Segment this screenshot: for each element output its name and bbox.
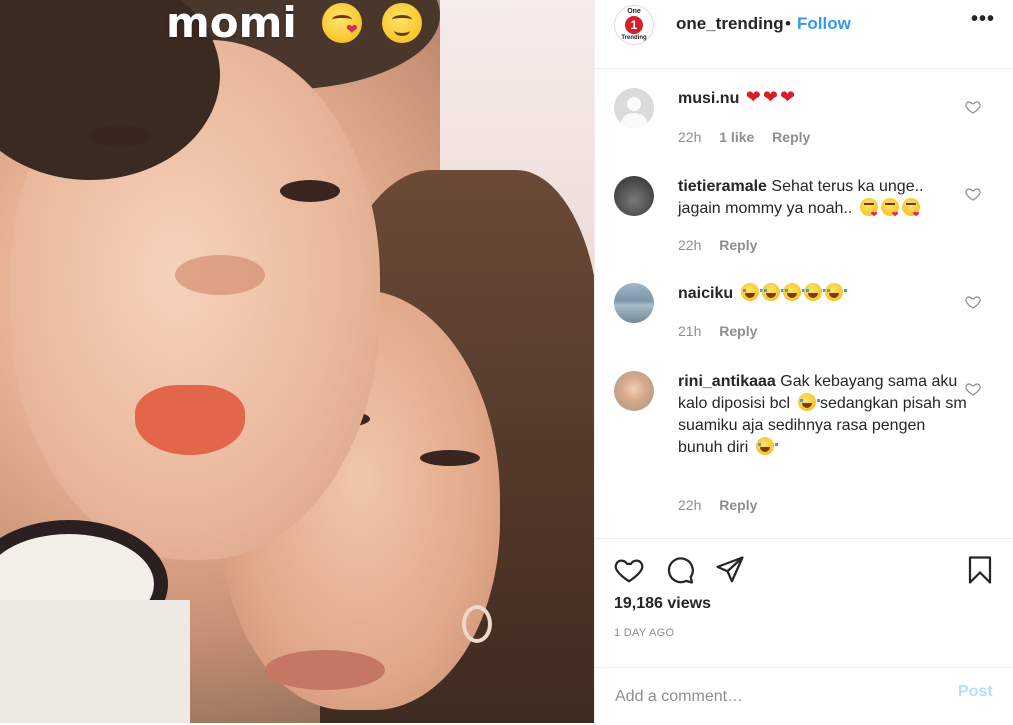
- crying-face-emoji-icon: [797, 393, 820, 411]
- comment-likes[interactable]: 1 like: [719, 129, 754, 145]
- crying-face-emoji-icon: [803, 283, 826, 301]
- post-header: One 1 Trending one_trending • Follow •••: [595, 0, 1013, 69]
- comment-item: tietieramale Sehat terus ka unge.. jagai…: [595, 169, 1013, 279]
- like-comment-heart-icon[interactable]: [965, 294, 981, 310]
- comment-item: naiciku 21h Reply: [595, 279, 1013, 369]
- red-heart-emoji-icon: ❤: [745, 87, 761, 107]
- separator-dot: •: [785, 14, 791, 33]
- post-comment-button[interactable]: Post: [958, 683, 993, 701]
- follow-button[interactable]: Follow: [797, 14, 851, 34]
- comments-list[interactable]: musi.nu ❤ ❤ ❤ 22h 1 like Reply tietieramal…: [595, 69, 1013, 538]
- default-avatar[interactable]: [614, 88, 654, 128]
- comment-time[interactable]: 22h: [678, 237, 701, 253]
- comment-username[interactable]: naiciku: [678, 285, 733, 302]
- share-paper-plane-icon[interactable]: [715, 555, 745, 585]
- kissing-face-emoji-icon: ❤: [322, 3, 362, 43]
- comment-time[interactable]: 22h: [678, 497, 701, 513]
- comment-time[interactable]: 22h: [678, 129, 701, 145]
- post-sidebar: One 1 Trending one_trending • Follow •••…: [594, 0, 1013, 723]
- view-count[interactable]: 19,186 views: [614, 595, 711, 613]
- kissing-face-emoji-icon: [880, 198, 899, 226]
- comment-item: rini_antikaaa Gak kebayang sama aku kalo…: [595, 369, 1013, 538]
- kissing-face-emoji-icon: [859, 198, 878, 226]
- reply-button[interactable]: Reply: [719, 323, 757, 339]
- tongue: [135, 385, 245, 455]
- add-comment-input[interactable]: [613, 682, 937, 712]
- reply-button[interactable]: Reply: [719, 497, 757, 513]
- comment-username[interactable]: rini_antikaaa: [678, 373, 776, 390]
- crying-face-emoji-icon: [740, 283, 763, 301]
- earring: [462, 605, 492, 643]
- profile-avatar[interactable]: One 1 Trending: [614, 5, 654, 45]
- like-comment-heart-icon[interactable]: [965, 381, 981, 397]
- more-options-icon[interactable]: •••: [971, 8, 995, 31]
- comment-username[interactable]: tietieramale: [678, 178, 767, 195]
- post-video[interactable]: momi ❤: [0, 0, 594, 723]
- logo-circle: 1: [625, 16, 643, 34]
- comment-username[interactable]: musi.nu: [678, 90, 739, 107]
- add-comment-bar: Post: [595, 667, 1013, 725]
- save-bookmark-icon[interactable]: [965, 555, 995, 585]
- post-date[interactable]: 1 DAY AGO: [614, 627, 674, 639]
- crying-face-emoji-icon: [824, 283, 847, 301]
- video-overlay-text: momi: [166, 0, 297, 47]
- like-comment-heart-icon[interactable]: [965, 99, 981, 115]
- comment-bubble-icon[interactable]: [665, 555, 695, 585]
- woman-photo-avatar[interactable]: [614, 371, 654, 411]
- crying-face-emoji-icon: [782, 283, 805, 301]
- crying-face-emoji-icon: [755, 437, 778, 455]
- comment-time[interactable]: 21h: [678, 323, 701, 339]
- red-heart-emoji-icon: ❤: [762, 87, 778, 107]
- logo-text-bottom: Trending: [621, 35, 647, 41]
- logo-text-top: One: [627, 8, 641, 15]
- crying-face-emoji-icon: [761, 283, 784, 301]
- like-heart-icon[interactable]: [614, 555, 644, 585]
- post-actions: 19,186 views 1 DAY AGO Post: [595, 538, 1013, 724]
- reply-button[interactable]: Reply: [772, 129, 810, 145]
- sea-photo-avatar[interactable]: [614, 283, 654, 323]
- username-link[interactable]: one_trending: [676, 14, 784, 34]
- reply-button[interactable]: Reply: [719, 237, 757, 253]
- kissing-face-emoji-icon: [901, 198, 920, 226]
- night-photo-avatar[interactable]: [614, 176, 654, 216]
- smiling-face-emoji-icon: [382, 3, 422, 43]
- like-comment-heart-icon[interactable]: [965, 186, 981, 202]
- red-heart-emoji-icon: ❤: [779, 87, 796, 107]
- comment-item: musi.nu ❤ ❤ ❤ 22h 1 like Reply: [595, 69, 1013, 169]
